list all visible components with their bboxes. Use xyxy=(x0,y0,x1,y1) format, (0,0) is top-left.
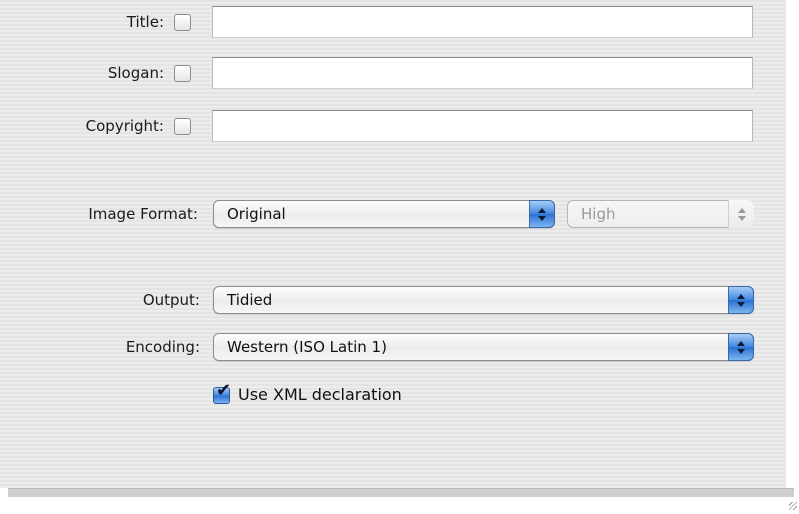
image-format-value: Original xyxy=(227,205,286,223)
copyright-checkbox[interactable] xyxy=(174,118,191,135)
title-label: Title: xyxy=(126,13,164,31)
title-field[interactable] xyxy=(212,6,753,38)
slogan-checkbox[interactable] xyxy=(174,65,191,82)
title-checkbox[interactable] xyxy=(174,14,191,31)
title-row: Title: xyxy=(0,5,786,39)
encoding-value: Western (ISO Latin 1) xyxy=(227,338,387,356)
slogan-label: Slogan: xyxy=(107,64,164,82)
image-quality-value: High xyxy=(581,205,616,223)
encoding-row: Encoding: Western (ISO Latin 1) xyxy=(0,330,786,364)
xml-declaration-checkbox[interactable]: ✔ xyxy=(213,382,231,404)
up-down-arrows-icon xyxy=(529,200,555,228)
image-format-row: Image Format: Original High xyxy=(0,197,786,231)
copyright-label: Copyright: xyxy=(85,117,164,135)
panel-bottom-edge xyxy=(8,488,794,497)
slogan-field[interactable] xyxy=(212,57,753,89)
resize-grip-icon[interactable] xyxy=(789,502,797,510)
copyright-field[interactable] xyxy=(212,110,753,142)
output-row: Output: Tidied xyxy=(0,283,786,317)
encoding-popup[interactable]: Western (ISO Latin 1) xyxy=(213,333,754,361)
checkmark-icon: ✔ xyxy=(216,380,232,401)
xml-declaration-label[interactable]: Use XML declaration xyxy=(238,381,402,409)
up-down-arrows-icon xyxy=(728,333,754,361)
settings-panel: Title: Slogan: Copyright: Image Format: … xyxy=(0,0,786,488)
output-popup[interactable]: Tidied xyxy=(213,286,754,314)
copyright-row: Copyright: xyxy=(0,109,786,143)
encoding-label: Encoding: xyxy=(125,338,200,356)
image-format-label: Image Format: xyxy=(88,205,198,223)
slogan-row: Slogan: xyxy=(0,56,786,90)
output-label: Output: xyxy=(142,291,200,309)
up-down-arrows-icon xyxy=(728,200,754,228)
image-quality-popup: High xyxy=(567,200,754,228)
output-value: Tidied xyxy=(227,291,273,309)
image-format-popup[interactable]: Original xyxy=(213,200,555,228)
up-down-arrows-icon xyxy=(728,286,754,314)
